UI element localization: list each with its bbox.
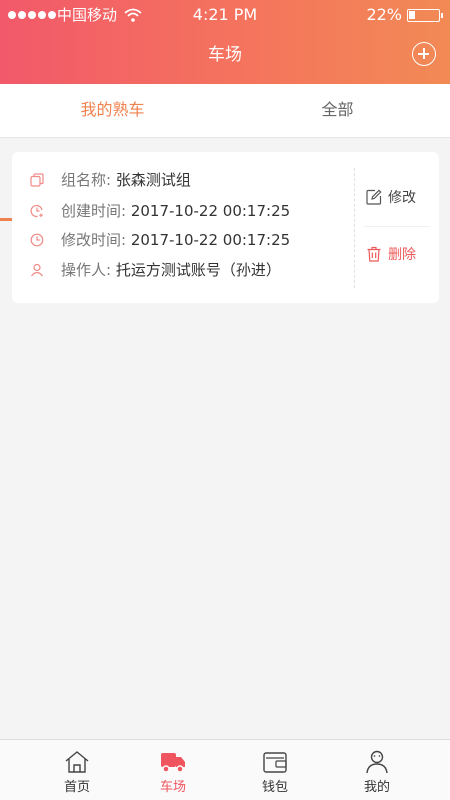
tabbar-item-wallet[interactable]: 钱包 [225, 740, 325, 800]
modified-time-value: 2017-10-22 00:17:25 [130, 231, 291, 249]
trash-icon [367, 246, 381, 262]
edit-button[interactable]: 修改 [366, 186, 416, 208]
tab-all[interactable]: 全部 [225, 84, 450, 138]
tabbar-label-mine: 我的 [363, 780, 390, 795]
created-time-label: 创建时间: [61, 202, 127, 220]
modified-time-label: 修改时间: [61, 231, 127, 249]
created-time-value: 2017-10-22 00:17:25 [130, 202, 291, 220]
tab-my-vehicles[interactable]: 我的熟车 [0, 84, 225, 138]
tabbar-item-yard[interactable]: 车场 [123, 740, 223, 800]
tabbar-item-mine[interactable]: 我的 [327, 740, 427, 800]
created-time-row: 创建时间: 2017-10-22 00:17:25 [30, 199, 290, 223]
group-name-row: 组名称: 张森测试组 [30, 168, 191, 192]
operator-row: 操作人: 托运方测试账号（孙进） [30, 258, 281, 282]
user-icon [31, 263, 43, 277]
battery-icon [407, 9, 443, 22]
tabbar-label-yard: 车场 [159, 780, 186, 795]
battery-level [409, 11, 415, 19]
copy-icon [30, 173, 44, 187]
plus-circle-icon[interactable] [412, 42, 436, 66]
group-card: 组名称: 张森测试组 创建时间: 2017-10-22 00:17:25 修改时… [12, 152, 439, 303]
group-name-label: 组名称: [61, 171, 112, 189]
edit-label: 修改 [388, 190, 416, 206]
modified-time-row: 修改时间: 2017-10-22 00:17:25 [30, 228, 290, 252]
action-divider [364, 226, 430, 227]
group-name-value: 张森测试组 [115, 171, 191, 189]
clock-icon [30, 233, 44, 247]
tabbar-label-wallet: 钱包 [261, 780, 288, 795]
profile-icon [366, 750, 388, 774]
status-bar: 中国移动 4:21 PM 22% [0, 0, 450, 30]
card-divider [354, 168, 355, 288]
page-title: 车场 [208, 45, 242, 65]
operator-label: 操作人: [61, 261, 112, 279]
delete-button[interactable]: 删除 [366, 243, 416, 265]
wallet-icon [263, 752, 287, 773]
bottom-tab-bar: 首页 车场 钱包 我的 [0, 739, 450, 800]
edit-icon [366, 189, 382, 205]
segment-tabs: 我的熟车 全部 [0, 84, 450, 221]
battery-percent: 22% [366, 5, 402, 24]
home-icon [65, 751, 89, 773]
tabbar-item-home[interactable]: 首页 [27, 740, 127, 800]
tabbar-label-home: 首页 [63, 780, 90, 795]
delete-label: 删除 [388, 247, 416, 263]
header: 中国移动 4:21 PM 22% 车场 [0, 0, 450, 84]
clock-add-icon [30, 204, 43, 218]
operator-value: 托运方测试账号（孙进） [115, 261, 281, 279]
truck-icon [161, 753, 185, 773]
